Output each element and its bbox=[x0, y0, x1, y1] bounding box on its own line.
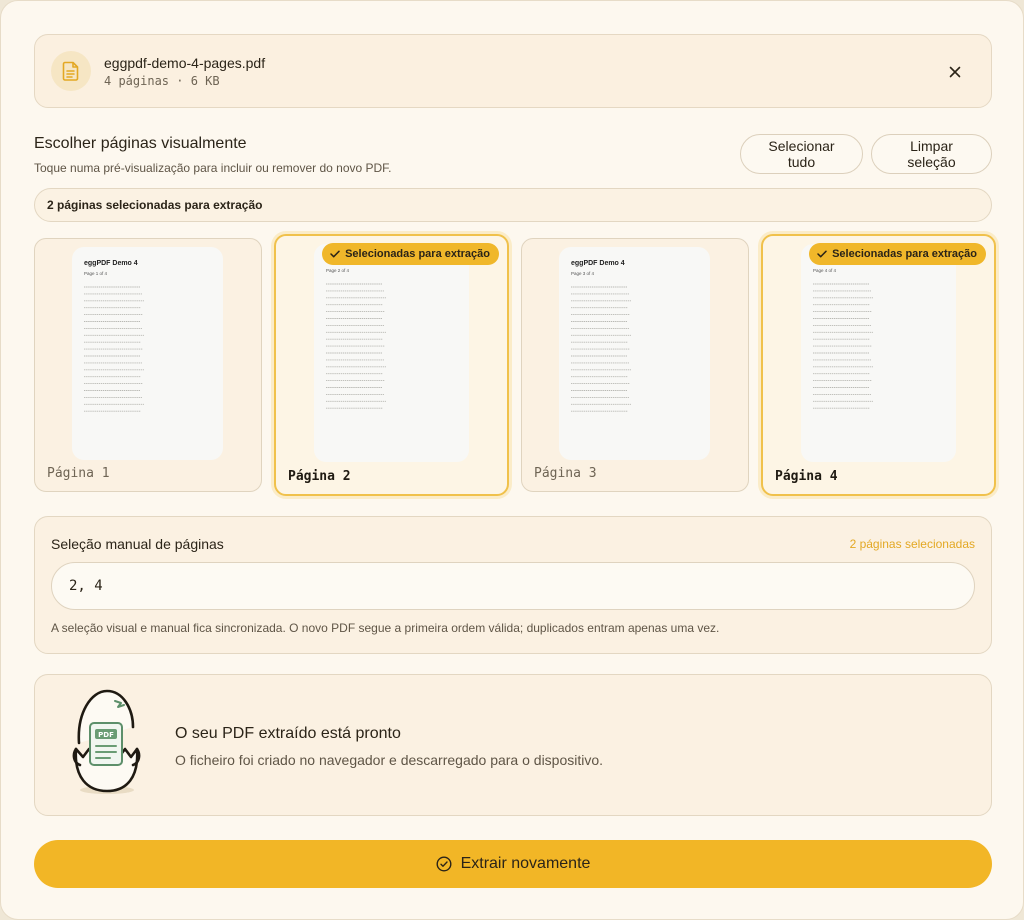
thumbnail-subtitle: Page 3 of 4 bbox=[571, 271, 595, 276]
thumbnail-drawing: eggPDF Demo 4 Page 3 of 4 bbox=[571, 260, 631, 412]
page-thumbnail: eggPDF Demo 4Page 2 of 4 bbox=[314, 244, 469, 462]
visual-selection-title: Escolher páginas visualmente bbox=[34, 135, 247, 152]
visual-selection-subtitle: Toque numa pré-visualização para incluir… bbox=[34, 161, 392, 175]
check-circle-icon bbox=[436, 856, 452, 872]
page-thumbnail: eggPDF Demo 4Page 4 of 4 bbox=[801, 244, 956, 462]
check-icon bbox=[817, 250, 827, 258]
badge-label: Selecionadas para extração bbox=[345, 248, 490, 260]
selected-badge: Selecionadas para extração bbox=[322, 243, 499, 265]
page-card-3[interactable]: eggPDF Demo 4 Page 3 of 4 Página 3 bbox=[521, 238, 749, 492]
manual-selection-title: Seleção manual de páginas bbox=[51, 536, 224, 552]
thumbnail-title: eggPDF Demo 4 bbox=[84, 260, 138, 267]
remove-file-button[interactable] bbox=[943, 60, 967, 84]
success-description: O ficheiro foi criado no navegador e des… bbox=[175, 752, 604, 768]
file-card: eggpdf-demo-4-pages.pdf 4 páginas · 6 KB bbox=[34, 34, 992, 108]
page-card-4[interactable]: eggPDF Demo 4Page 4 of 4 Selecionadas pa… bbox=[761, 234, 996, 496]
thumbnail-subtitle: Page 1 of 4 bbox=[84, 271, 108, 276]
page-card-1[interactable]: eggPDF Demo 4 Page 1 of 4 Página 1 bbox=[34, 238, 262, 492]
file-meta: 4 páginas · 6 KB bbox=[104, 74, 220, 88]
clear-selection-button[interactable]: Limpar seleção bbox=[871, 134, 992, 174]
select-all-button[interactable]: Selecionar tudo bbox=[740, 134, 863, 174]
page-label: Página 1 bbox=[47, 466, 110, 481]
page-label: Página 4 bbox=[775, 469, 838, 484]
manual-selection-count: 2 páginas selecionadas bbox=[849, 537, 975, 551]
extract-panel: eggpdf-demo-4-pages.pdf 4 páginas · 6 KB… bbox=[0, 0, 1024, 920]
thumbnail-subtitle: Page 4 of 4 bbox=[813, 268, 837, 273]
manual-selection-card: Seleção manual de páginas 2 páginas sele… bbox=[34, 516, 992, 654]
page-thumbnail: eggPDF Demo 4 Page 1 of 4 bbox=[72, 247, 223, 460]
page-label: Página 2 bbox=[288, 469, 351, 484]
thumbnail-drawing: eggPDF Demo 4Page 2 of 4 bbox=[326, 257, 386, 409]
egg-pdf-illustration: PDF bbox=[72, 689, 141, 794]
success-title: O seu PDF extraído está pronto bbox=[175, 725, 401, 742]
success-card: PDF O seu PDF extraído está pronto O fic… bbox=[34, 674, 992, 816]
page-label: Página 3 bbox=[534, 466, 597, 481]
manual-selection-note: A seleção visual e manual fica sincroniz… bbox=[51, 621, 720, 635]
selected-badge: Selecionadas para extração bbox=[809, 243, 986, 265]
thumbnail-title: eggPDF Demo 4 bbox=[571, 260, 625, 267]
thumbnail-drawing: eggPDF Demo 4 Page 1 of 4 bbox=[84, 260, 144, 412]
document-icon bbox=[51, 51, 91, 91]
page-thumbnail: eggPDF Demo 4 Page 3 of 4 bbox=[559, 247, 710, 460]
file-name: eggpdf-demo-4-pages.pdf bbox=[104, 55, 266, 71]
thumbnail-subtitle: Page 2 of 4 bbox=[326, 268, 350, 273]
page-card-2[interactable]: eggPDF Demo 4Page 2 of 4 Selecionadas pa… bbox=[274, 234, 509, 496]
selection-banner: 2 páginas selecionadas para extração bbox=[34, 188, 992, 222]
check-icon bbox=[330, 250, 340, 258]
page-range-input[interactable] bbox=[51, 562, 975, 610]
egg-badge-text: PDF bbox=[98, 731, 114, 739]
extract-again-label: Extrair novamente bbox=[460, 855, 591, 872]
close-icon bbox=[949, 66, 961, 78]
extract-again-button[interactable]: Extrair novamente bbox=[34, 840, 992, 888]
badge-label: Selecionadas para extração bbox=[832, 248, 977, 260]
thumbnail-drawing: eggPDF Demo 4Page 4 of 4 bbox=[813, 257, 873, 409]
